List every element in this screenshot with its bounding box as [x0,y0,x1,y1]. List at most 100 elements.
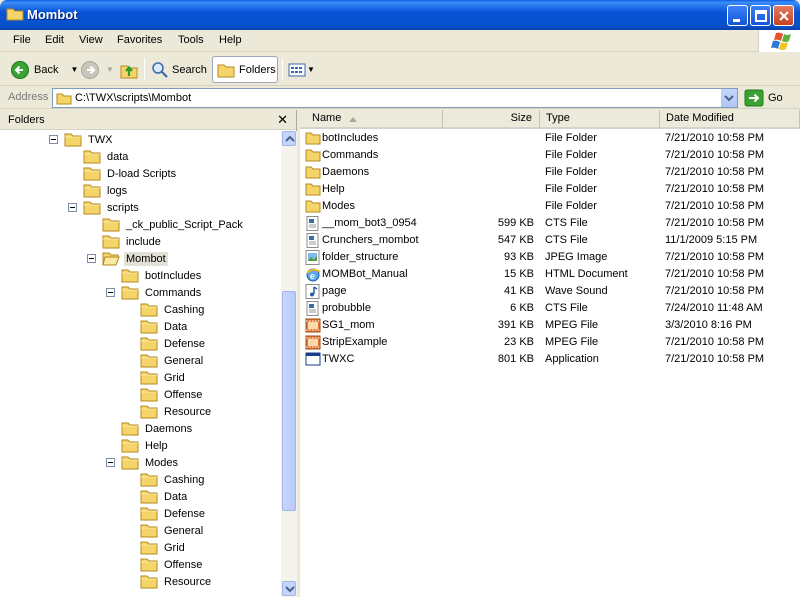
menu-favorites[interactable]: Favorites [117,34,162,46]
file-size: 391 KB [497,319,534,331]
views-button[interactable]: ▼ [288,56,315,83]
tree-item[interactable]: General [140,352,205,369]
tree-item[interactable]: Defense [140,505,207,522]
tree-item[interactable]: Cashing [140,471,206,488]
file-date: 3/3/2010 8:16 PM [665,319,752,331]
collapse-toggle-icon[interactable] [68,203,77,212]
file-row[interactable]: Help File Folder 7/21/2010 10:58 PM [300,181,800,198]
column-date-header[interactable]: Date Modified [660,110,800,129]
file-row[interactable]: botIncludes File Folder 7/21/2010 10:58 PM [300,130,800,147]
file-type: Application [545,353,599,365]
collapse-toggle-icon[interactable] [87,254,96,263]
file-date: 7/21/2010 10:58 PM [665,353,765,365]
minimize-button[interactable] [727,5,748,26]
tree-item[interactable]: Mombot [87,250,168,267]
file-date: 7/21/2010 10:58 PM [665,251,765,263]
search-button[interactable]: Search [151,56,207,83]
tree-item[interactable]: botIncludes [121,267,203,284]
title-bar[interactable]: Mombot [0,0,800,30]
address-input[interactable]: C:\TWX\scripts\Mombot [52,88,738,108]
file-row[interactable]: Daemons File Folder 7/21/2010 10:58 PM [300,164,800,181]
file-row[interactable]: __mom_bot3_0954 599 KB CTS File 7/21/2010 1… [300,215,800,232]
folder-icon [140,557,158,572]
tree-item[interactable]: Grid [140,539,187,556]
tree-item-label: Grid [164,541,185,554]
file-row[interactable]: TWXC 801 KB Application 7/21/2010 10:58 PM [300,351,800,368]
tree-item[interactable]: Grid [140,369,187,386]
file-date: 7/21/2010 10:58 PM [665,183,765,195]
maximize-button[interactable] [750,5,771,26]
column-type-header[interactable]: Type [540,110,660,129]
folders-scrollbar[interactable] [281,131,297,597]
file-row[interactable]: StripExample 23 KB MPEG File 7/21/2010 10:5… [300,334,800,351]
tree-item[interactable]: Data [140,488,189,505]
folder-icon [102,217,120,232]
menu-file[interactable]: File [13,34,31,46]
menu-help[interactable]: Help [219,34,242,46]
tree-item[interactable]: scripts [68,199,141,216]
forward-button[interactable]: ▼ [80,56,114,83]
tree-item[interactable]: Resource [140,573,213,590]
close-folders-pane-icon[interactable]: ✕ [277,112,288,128]
column-name-label: Name [312,112,342,124]
file-row[interactable]: Commands File Folder 7/21/2010 10:58 PM [300,147,800,164]
tree-item[interactable]: data [83,148,130,165]
scroll-up-button[interactable] [282,131,296,146]
tree-item[interactable]: Modes [106,454,180,471]
collapse-toggle-icon[interactable] [49,135,58,144]
scrollbar-thumb[interactable] [282,291,296,511]
tree-item[interactable]: Offense [140,556,204,573]
close-button[interactable] [773,5,794,26]
tree-item[interactable]: Daemons [121,420,194,437]
tree-item[interactable]: General [140,522,205,539]
up-folder-button[interactable] [119,56,139,83]
file-name: StripExample [322,336,388,348]
address-dropdown-button[interactable] [720,89,737,107]
tree-item[interactable]: Help [121,437,170,454]
tree-item-label: Resource [164,405,212,418]
folder-icon [140,319,158,334]
column-name-header[interactable]: Name [300,110,443,129]
tree-item[interactable]: Defense [140,335,207,352]
folder-icon [56,93,72,105]
tree-item[interactable]: Offense [140,386,204,403]
scroll-down-button[interactable] [282,581,296,596]
go-button[interactable]: Go [744,89,783,107]
folder-icon [140,302,158,317]
back-dropdown-icon[interactable]: ▼ [70,65,78,74]
file-row[interactable]: e MOMBot_Manual 15 KB HTML Document 7/21/201… [300,266,800,283]
folder-icon [140,472,158,487]
go-arrow-icon [744,89,764,107]
file-row[interactable]: SG1_mom 391 KB MPEG File 3/3/2010 8:16 PM [300,317,800,334]
file-date: 7/21/2010 10:58 PM [665,132,765,144]
menu-edit[interactable]: Edit [45,34,64,46]
tree-item[interactable]: Resource [140,403,213,420]
views-dropdown-icon[interactable]: ▼ [307,65,315,74]
file-name: page [322,285,347,297]
collapse-toggle-icon[interactable] [106,458,115,467]
back-button[interactable]: Back ▼ [10,56,78,83]
search-label: Search [172,63,207,76]
folders-button[interactable]: Folders [212,56,278,83]
file-row[interactable]: folder_structure 93 KB JPEG Image 7/21/2010… [300,249,800,266]
tree-item[interactable]: include [102,233,163,250]
file-row[interactable]: Crunchers_mombot 547 KB CTS File 11/1/2009 … [300,232,800,249]
tree-item[interactable]: logs [83,182,129,199]
tree-item[interactable]: Data [140,318,189,335]
folders-pane: Folders ✕ TWX data D-load Scripts logs scrip… [0,110,297,597]
menu-view[interactable]: View [79,34,103,46]
tree-item[interactable]: D-load Scripts [83,165,178,182]
file-row[interactable]: probubble 6 KB CTS File 7/24/2010 11:48 AM [300,300,800,317]
column-size-header[interactable]: Size [443,110,540,129]
forward-dropdown-icon[interactable]: ▼ [106,65,114,74]
tree-item-label: include [126,235,161,248]
window-title: Mombot [27,7,78,22]
tree-item[interactable]: Commands [106,284,203,301]
file-row[interactable]: page 41 KB Wave Sound 7/21/2010 10:58 PM [300,283,800,300]
tree-item[interactable]: _ck_public_Script_Pack [102,216,245,233]
file-row[interactable]: Modes File Folder 7/21/2010 10:58 PM [300,198,800,215]
tree-item[interactable]: TWX [49,131,114,148]
menu-tools[interactable]: Tools [178,34,204,46]
tree-item[interactable]: Cashing [140,301,206,318]
collapse-toggle-icon[interactable] [106,288,115,297]
